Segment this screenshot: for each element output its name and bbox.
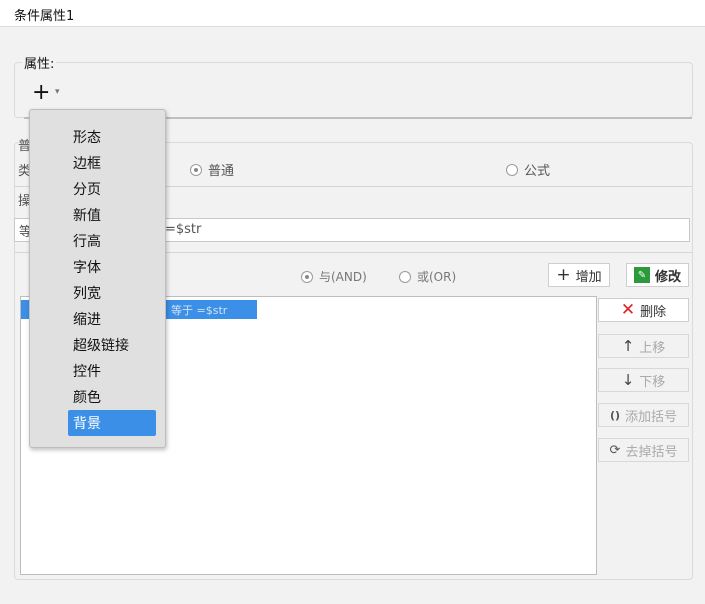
close-icon: ✕ (620, 300, 636, 320)
move-down-button[interactable]: ↓ 下移 (598, 368, 689, 392)
radio-dot-icon (301, 270, 313, 283)
radio-normal-label: 普通 (208, 164, 235, 179)
move-down-label: 下移 (639, 374, 666, 390)
menu-item-row-height[interactable]: 行高 (68, 228, 156, 254)
remove-parenthesis-icon: ⟳ (609, 442, 621, 458)
arrow-up-icon: ↑ (621, 337, 635, 355)
radio-or-label: 或(OR) (417, 270, 457, 284)
arrow-down-icon: ↓ (621, 371, 635, 389)
remove-parenthesis-button[interactable]: ⟳ 去掉括号 (598, 438, 689, 462)
edit-icon: ✎ (633, 267, 650, 283)
add-condition-button[interactable]: + 增加 (548, 263, 610, 287)
radio-dot-icon (190, 163, 202, 176)
chevron-down-icon: ▾ (55, 87, 60, 97)
menu-item-font[interactable]: 字体 (68, 254, 156, 280)
add-parenthesis-button[interactable]: () 添加括号 (598, 403, 689, 427)
menu-item-indent[interactable]: 缩进 (68, 306, 156, 332)
add-parenthesis-label: 添加括号 (625, 409, 678, 425)
parenthesis-icon: () (609, 408, 621, 422)
menu-item-border[interactable]: 边框 (68, 150, 156, 176)
menu-item-new-value[interactable]: 新值 (68, 202, 156, 228)
menu-item-pagination[interactable]: 分页 (68, 176, 156, 202)
move-up-button[interactable]: ↑ 上移 (598, 334, 689, 358)
title-bar: 条件属性1 (0, 0, 705, 27)
move-up-label: 上移 (639, 340, 666, 356)
plus-icon: + (32, 80, 51, 105)
radio-and-label: 与(AND) (319, 270, 367, 284)
add-attribute-button[interactable]: + ▾ (30, 80, 66, 105)
menu-item-hyperlink[interactable]: 超级链接 (68, 332, 156, 358)
radio-formula-label: 公式 (524, 164, 551, 179)
attribute-label: 属性: (22, 53, 57, 72)
plus-icon: + (556, 265, 571, 285)
expression-value: =$str (165, 222, 202, 237)
delete-button[interactable]: ✕ 删除 (598, 298, 689, 322)
add-button-label: 增加 (575, 269, 602, 285)
radio-or[interactable]: 或(OR) (399, 268, 456, 285)
radio-formula[interactable]: 公式 (506, 160, 550, 179)
menu-item-shape[interactable]: 形态 (68, 124, 156, 150)
attribute-dropdown-menu: 形态 边框 分页 新值 行高 字体 列宽 缩进 超级链接 控件 颜色 背景 (29, 109, 166, 448)
menu-item-widget[interactable]: 控件 (68, 358, 156, 384)
modify-button-label: 修改 (654, 269, 681, 285)
radio-and[interactable]: 与(AND) (301, 268, 367, 285)
modify-condition-button[interactable]: ✎ 修改 (626, 263, 689, 287)
menu-item-background[interactable]: 背景 (68, 410, 156, 436)
radio-dot-icon (399, 270, 411, 283)
radio-dot-icon (506, 163, 518, 176)
remove-parenthesis-label: 去掉括号 (625, 444, 678, 460)
delete-button-label: 删除 (640, 304, 667, 320)
window-title: 条件属性1 (14, 9, 75, 24)
radio-normal[interactable]: 普通 (190, 160, 234, 179)
menu-item-color[interactable]: 颜色 (68, 384, 156, 410)
menu-item-column-width[interactable]: 列宽 (68, 280, 156, 306)
